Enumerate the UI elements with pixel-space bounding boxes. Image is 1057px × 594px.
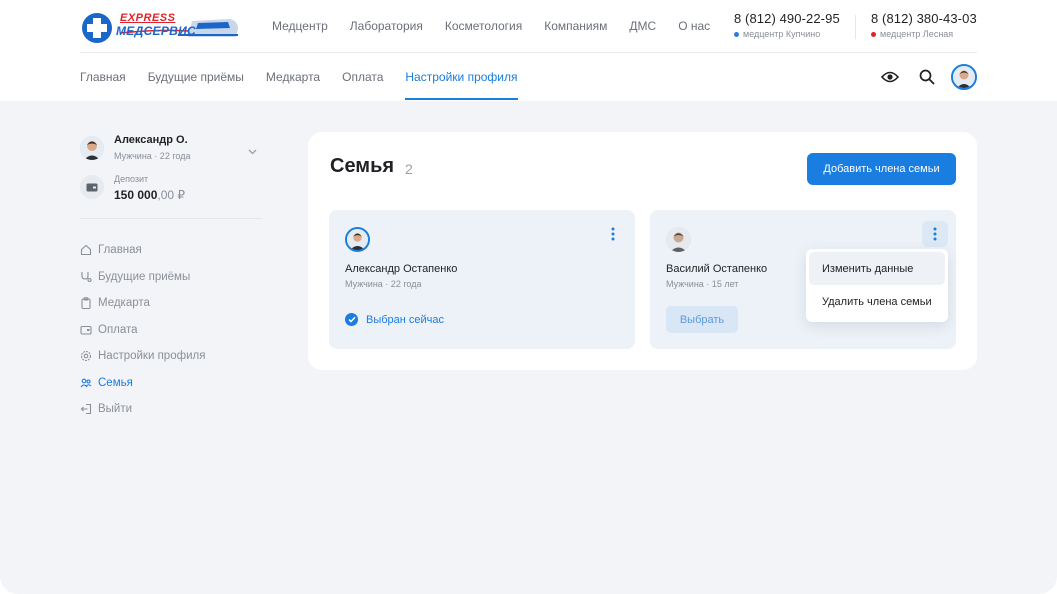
sidebar-item-label: Будущие приёмы — [98, 270, 191, 283]
sidebar-item-home[interactable]: Главная — [80, 237, 205, 264]
sidebar-item-label: Настройки профиля — [98, 350, 206, 363]
subnav-home[interactable]: Главная — [80, 70, 126, 84]
topnav-about[interactable]: О нас — [678, 19, 710, 33]
deposit-decimals: ,00 ₽ — [157, 188, 186, 202]
red-dot-icon — [871, 31, 876, 37]
phone-kupchino[interactable]: 8 (812) 490-22-95 медцентр Купчино — [734, 11, 840, 39]
family-icon — [80, 377, 92, 389]
site-header: EXPRESS МЕДСЕРВИС Медцентр Лаборатория К… — [0, 0, 1057, 101]
subnav-appointments[interactable]: Будущие приёмы — [148, 70, 244, 84]
phone-number: 8 (812) 490-22-95 — [734, 11, 840, 26]
user-name: Александр О. — [114, 134, 188, 146]
logo-express-text: EXPRESS — [120, 12, 176, 24]
subnav-profile-settings[interactable]: Настройки профиля — [405, 70, 518, 100]
deposit-integer: 150 000 — [114, 188, 158, 202]
member-meta: Мужчина · 22 года — [345, 279, 422, 289]
sidebar-item-logout[interactable]: Выйти — [80, 396, 205, 423]
menu-item-edit[interactable]: Изменить данные — [809, 252, 945, 285]
menu-item-delete[interactable]: Удалить члена семьи — [809, 285, 945, 318]
sidebar-item-medcard[interactable]: Медкарта — [80, 290, 205, 317]
top-nav: Медцентр Лаборатория Косметология Компан… — [272, 19, 732, 33]
deposit-value: 150 000,00 ₽ — [114, 188, 185, 202]
topnav-companies[interactable]: Компаниям — [544, 19, 607, 33]
logo-name-text: МЕДСЕРВИС — [116, 24, 197, 38]
logo[interactable]: EXPRESS МЕДСЕРВИС — [80, 11, 240, 45]
eye-icon[interactable] — [879, 66, 901, 88]
topnav-medcenter[interactable]: Медцентр — [272, 19, 328, 33]
blue-dot-icon — [734, 31, 739, 37]
home-icon — [80, 244, 92, 256]
sidebar-item-family[interactable]: Семья — [80, 370, 205, 397]
phone-center-label: медцентр Купчино — [743, 29, 821, 39]
avatar — [80, 136, 104, 160]
search-icon[interactable] — [916, 66, 938, 88]
family-member-card: Александр Остапенко Мужчина · 22 года Вы… — [329, 210, 635, 349]
avatar — [666, 227, 691, 252]
member-meta: Мужчина · 15 лет — [666, 279, 739, 289]
sidebar-item-label: Семья — [98, 376, 133, 389]
account-nav: Главная Будущие приёмы Медкарта Оплата Н… — [80, 70, 540, 100]
member-name: Александр Остапенко — [345, 263, 458, 275]
logout-icon — [80, 403, 92, 415]
sidebar-item-label: Главная — [98, 244, 142, 257]
phone-center: медцентр Лесная — [871, 29, 977, 39]
subnav-medcard[interactable]: Медкарта — [266, 70, 320, 84]
selected-status-label: Выбран сейчас — [366, 313, 445, 326]
divider — [80, 52, 977, 53]
user-meta: Мужчина · 22 года — [114, 151, 191, 161]
sidebar-item-profile-settings[interactable]: Настройки профиля — [80, 343, 205, 370]
sidebar-item-label: Выйти — [98, 403, 133, 416]
topnav-laboratory[interactable]: Лаборатория — [350, 19, 423, 33]
wallet-icon — [80, 175, 104, 199]
divider — [855, 15, 856, 39]
phone-center: медцентр Купчино — [734, 29, 840, 39]
add-family-member-button[interactable]: Добавить члена семьи — [807, 153, 956, 185]
stethoscope-icon — [80, 271, 92, 283]
wallet-icon — [80, 324, 92, 336]
deposit-label: Депозит — [114, 174, 149, 184]
user-avatar[interactable] — [951, 64, 977, 90]
check-circle-icon — [345, 313, 358, 326]
family-count: 2 — [405, 161, 413, 177]
page-background: EXPRESS МЕДСЕРВИС Медцентр Лаборатория К… — [0, 0, 1057, 594]
chevron-down-icon[interactable] — [248, 142, 257, 160]
sidebar-item-appointments[interactable]: Будущие приёмы — [80, 264, 205, 291]
phone-center-label: медцентр Лесная — [880, 29, 954, 39]
clipboard-icon — [80, 297, 92, 310]
phone-number: 8 (812) 380-43-03 — [871, 11, 977, 26]
topnav-cosmetology[interactable]: Косметология — [445, 19, 522, 33]
phone-lesnaya[interactable]: 8 (812) 380-43-03 медцентр Лесная — [871, 11, 977, 39]
selected-status: Выбран сейчас — [345, 313, 444, 326]
subnav-payment[interactable]: Оплата — [342, 70, 383, 84]
member-name: Василий Остапенко — [666, 263, 768, 275]
more-vertical-icon[interactable] — [606, 224, 620, 244]
divider — [80, 218, 262, 219]
sidebar-item-label: Медкарта — [98, 297, 150, 310]
more-vertical-icon[interactable] — [922, 221, 948, 247]
sidebar-menu: Главная Будущие приёмы Медкарта Оплата Н… — [80, 237, 205, 423]
avatar — [345, 227, 370, 252]
topnav-dms[interactable]: ДМС — [629, 19, 656, 33]
sidebar-item-payment[interactable]: Оплата — [80, 317, 205, 344]
gear-icon — [80, 350, 92, 362]
sidebar-item-label: Оплата — [98, 323, 138, 336]
member-actions-menu: Изменить данные Удалить члена семьи — [806, 249, 948, 322]
select-member-button[interactable]: Выбрать — [666, 306, 738, 333]
page-title: Семья — [330, 155, 395, 177]
